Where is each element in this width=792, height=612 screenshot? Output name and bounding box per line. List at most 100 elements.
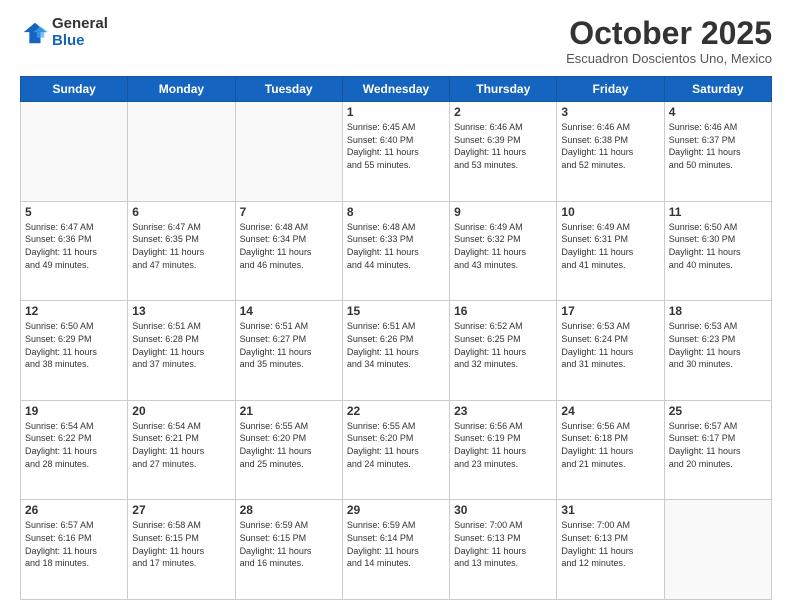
day-info-22: Sunrise: 6:55 AM Sunset: 6:20 PM Dayligh… — [347, 420, 445, 470]
day-info-17: Sunrise: 6:53 AM Sunset: 6:24 PM Dayligh… — [561, 320, 659, 370]
day-info-13: Sunrise: 6:51 AM Sunset: 6:28 PM Dayligh… — [132, 320, 230, 370]
header-sunday: Sunday — [21, 77, 128, 102]
calendar-cell-2-6: 18Sunrise: 6:53 AM Sunset: 6:23 PM Dayli… — [664, 301, 771, 401]
page: General Blue October 2025 Escuadron Dosc… — [0, 0, 792, 612]
day-number-22: 22 — [347, 404, 445, 418]
day-number-19: 19 — [25, 404, 123, 418]
day-info-5: Sunrise: 6:47 AM Sunset: 6:36 PM Dayligh… — [25, 221, 123, 271]
calendar-cell-3-4: 23 Sunrise: 6:56 AM Sunset: 6:19 PM Dayli… — [450, 400, 557, 500]
calendar-cell-4-5: 31Sunrise: 7:00 AM Sunset: 6:13 PM Dayli… — [557, 500, 664, 600]
day-number-23: 23 — [454, 404, 552, 418]
header: General Blue October 2025 Escuadron Dosc… — [20, 16, 772, 66]
day-info-6: Sunrise: 6:47 AM Sunset: 6:35 PM Dayligh… — [132, 221, 230, 271]
calendar-cell-2-3: 15 Sunrise: 6:51 AM Sunset: 6:26 PM Dayli… — [342, 301, 449, 401]
calendar-cell-3-6: 25Sunrise: 6:57 AM Sunset: 6:17 PM Dayli… — [664, 400, 771, 500]
day-number-26: 26 — [25, 503, 123, 517]
day-number-7: 7 — [240, 205, 338, 219]
calendar-header-row: Sunday Monday Tuesday Wednesday Thursday… — [21, 77, 772, 102]
day-number-17: 17 — [561, 304, 659, 318]
day-number-11: 11 — [669, 205, 767, 219]
calendar-cell-4-4: 30Sunrise: 7:00 AM Sunset: 6:13 PM Dayli… — [450, 500, 557, 600]
day-info-3: Sunrise: 6:46 AM Sunset: 6:38 PM Dayligh… — [561, 121, 659, 171]
day-number-24: 24 — [561, 404, 659, 418]
day-number-28: 28 — [240, 503, 338, 517]
day-number-12: 12 — [25, 304, 123, 318]
calendar-cell-4-1: 27 Sunrise: 6:58 AM Sunset: 6:15 PM Dayli… — [128, 500, 235, 600]
day-number-15: 15 — [347, 304, 445, 318]
day-info-1: Sunrise: 6:45 AM Sunset: 6:40 PM Dayligh… — [347, 121, 445, 171]
day-number-6: 6 — [132, 205, 230, 219]
week-row-1: 5 Sunrise: 6:47 AM Sunset: 6:36 PM Daylig… — [21, 201, 772, 301]
logo: General Blue — [20, 16, 108, 49]
calendar-cell-3-5: 24Sunrise: 6:56 AM Sunset: 6:18 PM Dayli… — [557, 400, 664, 500]
logo-blue: Blue — [52, 33, 108, 50]
week-row-4: 26 Sunrise: 6:57 AM Sunset: 6:16 PM Dayli… — [21, 500, 772, 600]
header-monday: Monday — [128, 77, 235, 102]
day-info-9: Sunrise: 6:49 AM Sunset: 6:32 PM Dayligh… — [454, 221, 552, 271]
day-info-2: Sunrise: 6:46 AM Sunset: 6:39 PM Dayligh… — [454, 121, 552, 171]
calendar-cell-1-2: 7Sunrise: 6:48 AM Sunset: 6:34 PM Daylig… — [235, 201, 342, 301]
calendar-cell-3-1: 20Sunrise: 6:54 AM Sunset: 6:21 PM Dayli… — [128, 400, 235, 500]
day-info-14: Sunrise: 6:51 AM Sunset: 6:27 PM Dayligh… — [240, 320, 338, 370]
day-number-31: 31 — [561, 503, 659, 517]
calendar-cell-0-3: 1 Sunrise: 6:45 AM Sunset: 6:40 PM Daylig… — [342, 102, 449, 202]
day-info-27: Sunrise: 6:58 AM Sunset: 6:15 PM Dayligh… — [132, 519, 230, 569]
logo-text: General Blue — [52, 16, 108, 49]
calendar-cell-1-0: 5 Sunrise: 6:47 AM Sunset: 6:36 PM Daylig… — [21, 201, 128, 301]
header-tuesday: Tuesday — [235, 77, 342, 102]
calendar-cell-4-2: 28 Sunrise: 6:59 AM Sunset: 6:15 PM Dayli… — [235, 500, 342, 600]
calendar-cell-4-3: 29Sunrise: 6:59 AM Sunset: 6:14 PM Dayli… — [342, 500, 449, 600]
week-row-2: 12 Sunrise: 6:50 AM Sunset: 6:29 PM Dayli… — [21, 301, 772, 401]
day-number-30: 30 — [454, 503, 552, 517]
day-info-26: Sunrise: 6:57 AM Sunset: 6:16 PM Dayligh… — [25, 519, 123, 569]
calendar-cell-3-2: 21 Sunrise: 6:55 AM Sunset: 6:20 PM Dayli… — [235, 400, 342, 500]
day-info-12: Sunrise: 6:50 AM Sunset: 6:29 PM Dayligh… — [25, 320, 123, 370]
header-thursday: Thursday — [450, 77, 557, 102]
calendar-cell-4-0: 26 Sunrise: 6:57 AM Sunset: 6:16 PM Dayli… — [21, 500, 128, 600]
day-number-4: 4 — [669, 105, 767, 119]
day-number-5: 5 — [25, 205, 123, 219]
calendar-cell-1-4: 9 Sunrise: 6:49 AM Sunset: 6:32 PM Daylig… — [450, 201, 557, 301]
day-number-21: 21 — [240, 404, 338, 418]
calendar-cell-3-0: 19 Sunrise: 6:54 AM Sunset: 6:22 PM Dayli… — [21, 400, 128, 500]
day-number-25: 25 — [669, 404, 767, 418]
week-row-0: 1 Sunrise: 6:45 AM Sunset: 6:40 PM Daylig… — [21, 102, 772, 202]
calendar-cell-2-4: 16Sunrise: 6:52 AM Sunset: 6:25 PM Dayli… — [450, 301, 557, 401]
calendar-cell-0-1 — [128, 102, 235, 202]
day-number-1: 1 — [347, 105, 445, 119]
calendar-cell-2-1: 13 Sunrise: 6:51 AM Sunset: 6:28 PM Dayli… — [128, 301, 235, 401]
day-info-8: Sunrise: 6:48 AM Sunset: 6:33 PM Dayligh… — [347, 221, 445, 271]
day-info-21: Sunrise: 6:55 AM Sunset: 6:20 PM Dayligh… — [240, 420, 338, 470]
month-title: October 2025 — [566, 16, 772, 51]
day-info-28: Sunrise: 6:59 AM Sunset: 6:15 PM Dayligh… — [240, 519, 338, 569]
calendar-cell-2-2: 14Sunrise: 6:51 AM Sunset: 6:27 PM Dayli… — [235, 301, 342, 401]
calendar-cell-1-3: 8Sunrise: 6:48 AM Sunset: 6:33 PM Daylig… — [342, 201, 449, 301]
calendar-cell-1-6: 11 Sunrise: 6:50 AM Sunset: 6:30 PM Dayli… — [664, 201, 771, 301]
day-info-15: Sunrise: 6:51 AM Sunset: 6:26 PM Dayligh… — [347, 320, 445, 370]
location-subtitle: Escuadron Doscientos Uno, Mexico — [566, 51, 772, 66]
logo-icon — [20, 19, 48, 47]
day-info-4: Sunrise: 6:46 AM Sunset: 6:37 PM Dayligh… — [669, 121, 767, 171]
day-info-29: Sunrise: 6:59 AM Sunset: 6:14 PM Dayligh… — [347, 519, 445, 569]
day-number-27: 27 — [132, 503, 230, 517]
day-number-13: 13 — [132, 304, 230, 318]
calendar-cell-0-2 — [235, 102, 342, 202]
logo-general: General — [52, 16, 108, 33]
calendar-cell-0-6: 4 Sunrise: 6:46 AM Sunset: 6:37 PM Daylig… — [664, 102, 771, 202]
day-number-16: 16 — [454, 304, 552, 318]
day-info-11: Sunrise: 6:50 AM Sunset: 6:30 PM Dayligh… — [669, 221, 767, 271]
day-number-9: 9 — [454, 205, 552, 219]
day-number-20: 20 — [132, 404, 230, 418]
day-info-19: Sunrise: 6:54 AM Sunset: 6:22 PM Dayligh… — [25, 420, 123, 470]
day-info-10: Sunrise: 6:49 AM Sunset: 6:31 PM Dayligh… — [561, 221, 659, 271]
header-friday: Friday — [557, 77, 664, 102]
day-info-18: Sunrise: 6:53 AM Sunset: 6:23 PM Dayligh… — [669, 320, 767, 370]
day-number-2: 2 — [454, 105, 552, 119]
calendar-cell-4-6 — [664, 500, 771, 600]
title-section: October 2025 Escuadron Doscientos Uno, M… — [566, 16, 772, 66]
calendar-cell-0-0 — [21, 102, 128, 202]
day-info-23: Sunrise: 6:56 AM Sunset: 6:19 PM Dayligh… — [454, 420, 552, 470]
calendar-cell-1-5: 10Sunrise: 6:49 AM Sunset: 6:31 PM Dayli… — [557, 201, 664, 301]
calendar-cell-2-5: 17 Sunrise: 6:53 AM Sunset: 6:24 PM Dayli… — [557, 301, 664, 401]
week-row-3: 19 Sunrise: 6:54 AM Sunset: 6:22 PM Dayli… — [21, 400, 772, 500]
